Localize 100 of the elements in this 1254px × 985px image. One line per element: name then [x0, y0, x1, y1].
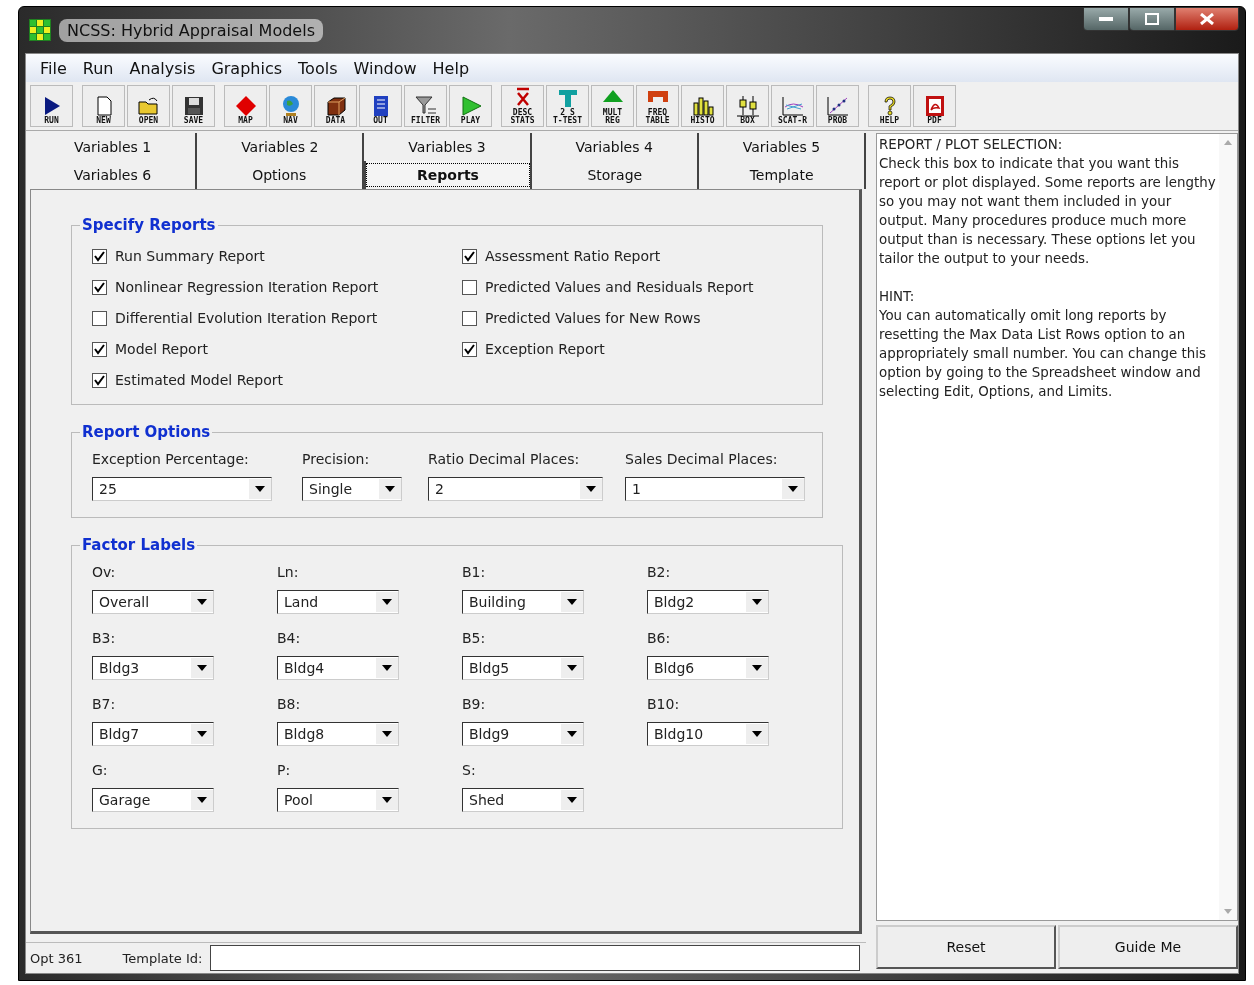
dropdown-arrow-icon	[567, 797, 577, 803]
dropdown[interactable]: 1	[625, 477, 805, 501]
template-id-field[interactable]	[210, 945, 860, 971]
menu-item[interactable]: File	[32, 58, 75, 78]
toolbar-button[interactable]: OPEN	[127, 85, 170, 127]
dropdown[interactable]: Bldg3	[92, 656, 214, 680]
dropdown[interactable]: Bldg8	[277, 722, 399, 746]
menu-item[interactable]: Graphics	[203, 58, 291, 78]
toolbar-button[interactable]: FILTER	[404, 85, 447, 127]
field-label: Ln:	[277, 564, 300, 580]
checkbox-label: Nonlinear Regression Iteration Report	[115, 279, 379, 295]
dropdown[interactable]: Bldg2	[647, 590, 769, 614]
maximize-button[interactable]	[1129, 7, 1175, 31]
checkbox[interactable]	[462, 279, 477, 295]
dropdown-arrow-icon	[567, 731, 577, 737]
dropdown[interactable]: Bldg6	[647, 656, 769, 680]
dropdown[interactable]: Building	[462, 590, 584, 614]
group-title: Report Options	[81, 423, 212, 441]
checkbox-label: Assessment Ratio Report	[485, 248, 661, 264]
field-label: B5:	[462, 630, 487, 646]
dropdown-arrow-icon	[752, 599, 762, 605]
dropdown[interactable]: Bldg5	[462, 656, 584, 680]
dialog-button[interactable]: Guide Me	[1058, 925, 1238, 969]
dropdown-arrow-icon	[382, 599, 392, 605]
field-label: P:	[277, 762, 292, 778]
filter-icon	[413, 95, 438, 117]
toolbar-button[interactable]: BOX	[726, 85, 769, 127]
dropdown-arrow-icon	[255, 486, 265, 492]
toolbar-button[interactable]: SAVE	[172, 85, 215, 127]
dropdown[interactable]: Bldg7	[92, 722, 214, 746]
toolbar-button[interactable]: MULT REG	[591, 85, 634, 127]
toolbar-button[interactable]: DESC STATS	[501, 85, 544, 127]
checkbox[interactable]	[462, 248, 477, 264]
toolbar-button[interactable]: HELP	[868, 85, 911, 127]
toolbar-button[interactable]: FREQ TABLE	[636, 85, 679, 127]
dropdown[interactable]: Bldg10	[647, 722, 769, 746]
checkbox[interactable]	[92, 341, 107, 357]
field-label: B10:	[647, 696, 681, 712]
dropdown[interactable]: Pool	[277, 788, 399, 812]
field-label: Precision:	[302, 451, 371, 467]
tab[interactable]: Reports	[363, 161, 533, 189]
menu-item[interactable]: Window	[345, 58, 425, 78]
toolbar-button[interactable]: RUN	[30, 85, 73, 127]
dropdown[interactable]: 2	[428, 477, 603, 501]
toolbar-button[interactable]: OUT	[359, 85, 402, 127]
toolbar-button[interactable]: HISTO	[681, 85, 724, 127]
checkbox[interactable]	[92, 279, 107, 295]
field-label: B2:	[647, 564, 672, 580]
help-text: HINT: You can automatically omit long reports by resetting the Max Data List Rows option to an appropriately small number. You can change this option by going to the Spreadsheet window and selecting Edit, Options, and Limits.	[879, 288, 1207, 401]
dropdown[interactable]: Land	[277, 590, 399, 614]
toolbar-button[interactable]: PDF	[913, 85, 956, 127]
window-title: NCSS: Hybrid Appraisal Models	[59, 18, 323, 42]
dropdown[interactable]: Overall	[92, 590, 214, 614]
dropdown[interactable]: Bldg4	[277, 656, 399, 680]
checkbox[interactable]	[92, 248, 107, 264]
checkbox[interactable]	[462, 310, 477, 326]
toolbar-button[interactable]: 2 S T-TEST	[546, 85, 589, 127]
dropdown-arrow-icon	[385, 486, 395, 492]
toolbar-button[interactable]: DATA	[314, 85, 357, 127]
dropdown-arrow-icon	[586, 486, 596, 492]
checkbox-label: Estimated Model Report	[115, 372, 284, 388]
field-label: Ratio Decimal Places:	[428, 451, 581, 467]
dropdown[interactable]: 25	[92, 477, 272, 501]
menu-item[interactable]: Tools	[290, 58, 346, 78]
field-label: B4:	[277, 630, 302, 646]
dropdown[interactable]: Single	[302, 477, 402, 501]
checkbox[interactable]	[92, 310, 107, 326]
field-label: Sales Decimal Places:	[625, 451, 779, 467]
minimize-button[interactable]	[1083, 7, 1129, 31]
dropdown-arrow-icon	[197, 599, 207, 605]
field-label: B9:	[462, 696, 487, 712]
checkbox[interactable]	[462, 341, 477, 357]
dropdown-arrow-icon	[197, 665, 207, 671]
toolbar-button[interactable]: PROB	[816, 85, 859, 127]
toolbar-button[interactable]: NAV	[269, 85, 312, 127]
dropdown-arrow-icon	[788, 486, 798, 492]
checkbox-label: Predicted Values for New Rows	[485, 310, 701, 326]
menu-item[interactable]: Help	[424, 58, 478, 78]
toolbar-button[interactable]: NEW	[82, 85, 125, 127]
menu-item[interactable]: Analysis	[121, 58, 204, 78]
menu-item[interactable]: Run	[74, 58, 122, 78]
dropdown[interactable]: Shed	[462, 788, 584, 812]
checkbox-label: Run Summary Report	[115, 248, 265, 264]
field-label: Template Id:	[122, 950, 203, 966]
toolbar-button[interactable]: PLAY	[449, 85, 492, 127]
toolbar-button[interactable]: MAP	[224, 85, 267, 127]
dropdown[interactable]: Bldg9	[462, 722, 584, 746]
box-icon	[735, 95, 760, 117]
toolbar-button[interactable]: SCAT-R	[771, 85, 814, 127]
close-button[interactable]	[1175, 7, 1239, 31]
field-label: Ov:	[92, 564, 117, 580]
dropdown-arrow-icon	[382, 797, 392, 803]
dropdown-arrow-icon	[752, 665, 762, 671]
field-label: B8:	[277, 696, 302, 712]
dropdown[interactable]: Garage	[92, 788, 214, 812]
checkbox[interactable]	[92, 372, 107, 388]
dialog-button[interactable]: Reset	[876, 925, 1056, 969]
field-label: G:	[92, 762, 109, 778]
group-title: Factor Labels	[81, 536, 197, 554]
help-text: REPORT / PLOT SELECTION: Check this box to indicate that you want this report or plot displayed. Some reports are lengthy so you may not want them included in your output. Many procedures produce much more output than is necessary. These options let you tailor the output to your needs.	[879, 136, 1217, 268]
